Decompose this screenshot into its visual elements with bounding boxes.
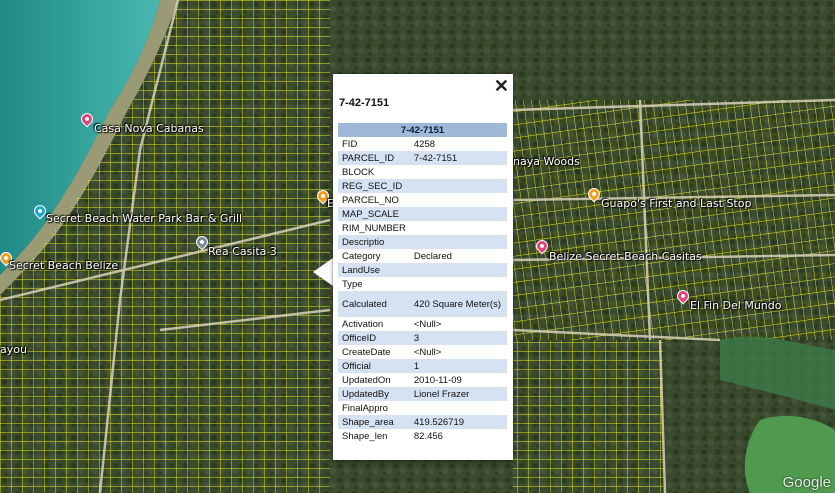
attribute-key: RIM_NUMBER <box>342 222 406 234</box>
attribute-row: Official 1 <box>338 359 507 373</box>
attribute-row: PARCEL_ID 7-42-7151 <box>338 151 507 165</box>
attribute-value: Declared <box>413 250 452 262</box>
attribute-value: 82.456 <box>413 430 443 442</box>
attribute-key: BLOCK <box>342 166 375 178</box>
attribute-row: Activation <Null> <box>338 317 507 331</box>
attribute-row: Calculated 420 Square Meter(s) <box>338 291 507 317</box>
attribute-value: <Null> <box>413 346 442 358</box>
attribute-row: Type <box>338 277 507 291</box>
attribute-value <box>410 277 507 291</box>
popup-title: 7-42-7151 <box>339 97 390 109</box>
attribute-key: REG_SEC_ID <box>338 179 410 193</box>
attribute-value <box>409 263 507 277</box>
parcel-grid-east <box>513 100 835 340</box>
attribute-value <box>409 179 507 193</box>
attribute-value: 4258 <box>413 138 436 150</box>
attribute-key: PARCEL_ID <box>338 151 410 165</box>
pin-label-rea-casita[interactable]: Rea Casita 3 <box>208 245 277 258</box>
attribute-key: Category <box>342 250 381 262</box>
attribute-key: OfficeID <box>338 331 410 345</box>
attribute-key: Type <box>342 278 363 290</box>
pin-label-secret-beach-casitas[interactable]: Belize Secret Beach Casitas <box>549 250 702 263</box>
pin-label-guapos[interactable]: Guapo's First and Last Stop <box>601 197 751 210</box>
attribute-value: 2010-11-09 <box>413 374 462 386</box>
attribute-key: LandUse <box>338 263 410 277</box>
attribute-key: PARCEL_NO <box>342 194 399 206</box>
attribute-row: Descriptio <box>338 235 507 249</box>
attribute-value: <Null> <box>413 318 442 330</box>
attribute-row: Shape_area 419.526719 <box>338 415 507 429</box>
attribute-value <box>410 165 507 179</box>
pin-label-casa-nova[interactable]: Casa Nova Cabanas <box>94 122 204 135</box>
attribute-value: 419.526719 <box>409 415 507 429</box>
attribute-row: OfficeID 3 <box>338 331 507 345</box>
attribute-row: FinalAppro <box>338 401 507 415</box>
parcel-grid-southeast <box>513 340 663 493</box>
attribute-key: Activation <box>342 318 384 330</box>
attribute-value: 3 <box>409 331 507 345</box>
attribute-value: 7-42-7151 <box>409 151 507 165</box>
attribute-key: Calculated <box>338 291 410 317</box>
attribute-key: UpdatedOn <box>342 374 391 386</box>
attribute-value <box>410 193 507 207</box>
attribute-value <box>410 401 507 415</box>
attribute-key: Official <box>338 359 410 373</box>
attribute-row: PARCEL_NO <box>338 193 507 207</box>
attribute-value <box>409 235 507 249</box>
attribute-row: UpdatedBy Lionel Frazer <box>338 387 507 401</box>
place-label-maya-woods: naya Woods <box>513 155 580 168</box>
attribute-value: 1 <box>409 359 507 373</box>
pin-label-secret-beach[interactable]: Secret Beach Belize <box>9 259 118 272</box>
attribute-row: Category Declared <box>338 249 507 263</box>
popup-pointer <box>313 258 333 286</box>
attribute-table: 7-42-7151 FID 4258 PARCEL_ID 7-42-7151 BLOCK… <box>338 123 507 443</box>
attribute-row: FID 4258 <box>338 137 507 151</box>
attribute-key: Shape_len <box>342 430 388 442</box>
pin-label-el-fin[interactable]: El Fin Del Mundo <box>690 299 782 312</box>
attribute-key: Descriptio <box>338 235 410 249</box>
attribute-row: REG_SEC_ID <box>338 179 507 193</box>
attribute-row: MAP_SCALE <box>338 207 507 221</box>
attribute-value: Lionel Frazer <box>409 387 507 401</box>
attribute-value: 420 Square Meter(s) <box>409 291 507 317</box>
attribute-key: FinalAppro <box>342 402 388 414</box>
attribute-row: RIM_NUMBER <box>338 221 507 235</box>
pin-label-water-park[interactable]: Secret Beach Water Park Bar & Grill <box>46 212 242 225</box>
attribute-key: UpdatedBy <box>338 387 410 401</box>
close-icon[interactable]: ✕ <box>494 76 509 96</box>
attribute-key: MAP_SCALE <box>338 207 410 221</box>
attribute-key: FID <box>342 138 358 150</box>
attribute-key: Shape_area <box>338 415 410 429</box>
parcel-info-popup: ✕ 7-42-7151 7-42-7151 FID 4258 PARCEL_ID 7-… <box>333 74 513 460</box>
attribute-row: UpdatedOn 2010-11-09 <box>338 373 507 387</box>
place-label-bayou: ayou <box>0 343 27 356</box>
attribute-value <box>410 221 507 235</box>
google-attribution: Google <box>782 474 831 491</box>
attribute-row: CreateDate <Null> <box>338 345 507 359</box>
attribute-value <box>409 207 507 221</box>
attribute-table-header: 7-42-7151 <box>338 123 507 137</box>
attribute-row: BLOCK <box>338 165 507 179</box>
attribute-row: Shape_len 82.456 <box>338 429 507 443</box>
attribute-row: LandUse <box>338 263 507 277</box>
attribute-key: CreateDate <box>342 346 391 358</box>
